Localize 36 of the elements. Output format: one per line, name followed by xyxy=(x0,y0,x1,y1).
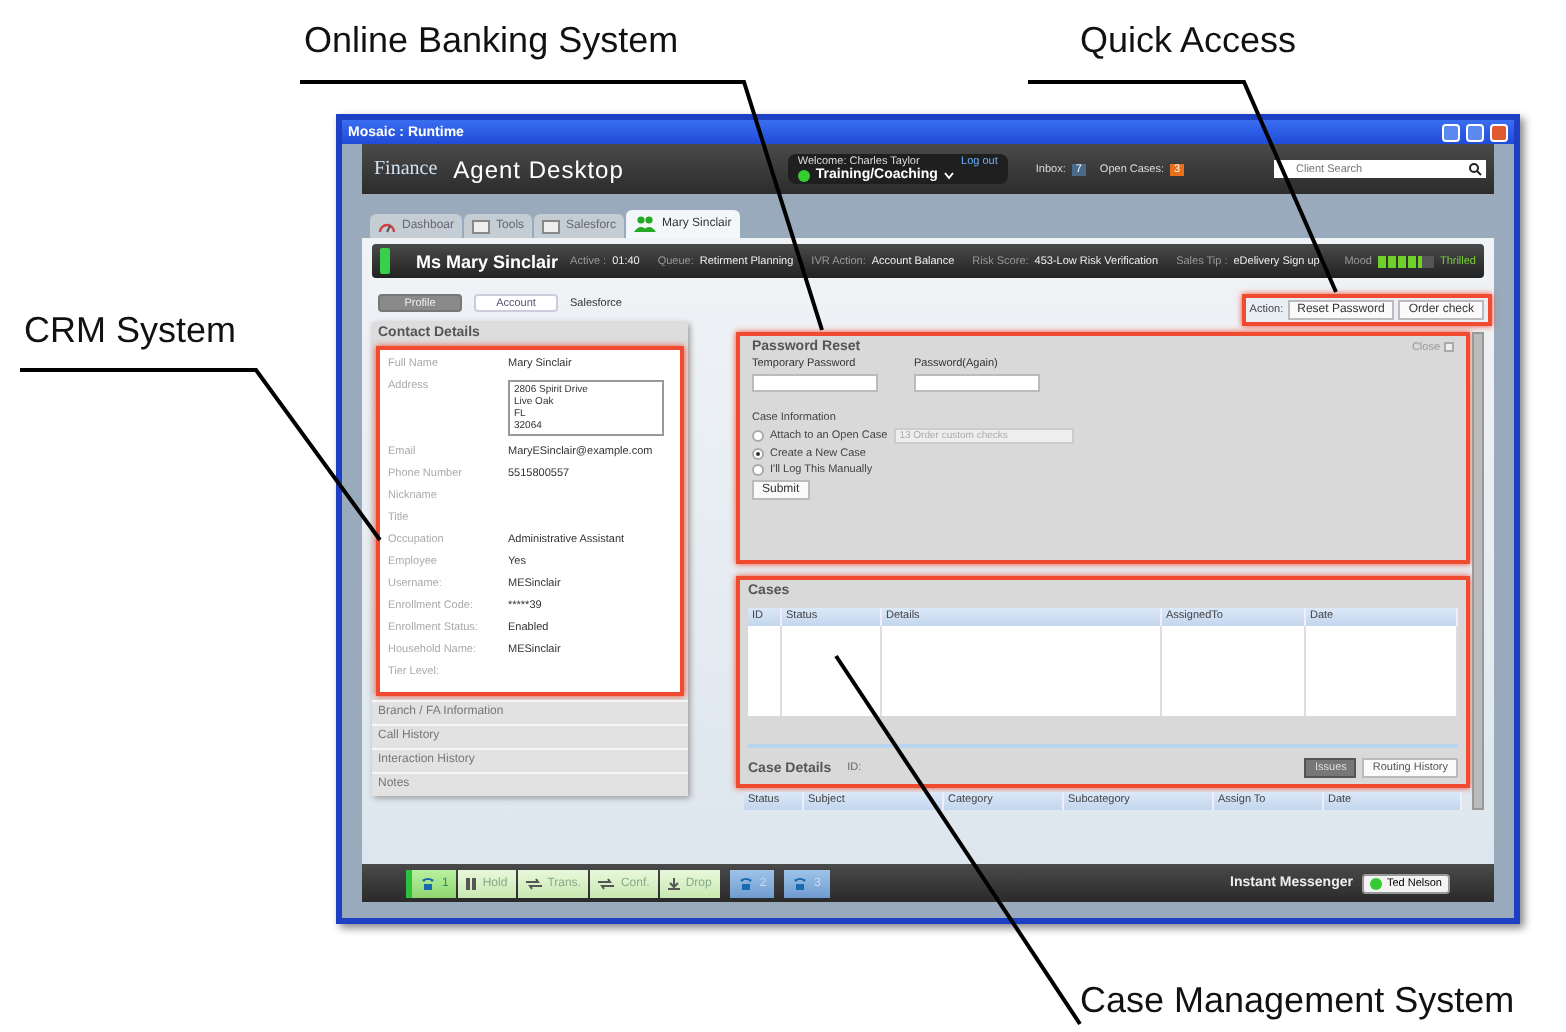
radio-button[interactable] xyxy=(752,464,764,476)
phone-icon xyxy=(737,876,754,890)
app-name: Agent Desktop xyxy=(453,155,624,183)
table-cell xyxy=(1162,626,1306,716)
chevron-down-icon xyxy=(943,171,954,179)
maximize-button[interactable] xyxy=(1466,123,1484,141)
password-field[interactable] xyxy=(914,374,1040,392)
pause-icon xyxy=(466,877,477,889)
status-dot-icon xyxy=(797,169,810,181)
status-marker xyxy=(380,248,390,274)
arrows-icon xyxy=(525,877,542,889)
callout-label: Case Management System xyxy=(1080,980,1515,1022)
window-icon xyxy=(542,219,561,233)
radio-button[interactable] xyxy=(752,448,764,460)
gauge-icon xyxy=(378,219,396,233)
brand-logo: Finance xyxy=(374,158,438,180)
search-icon xyxy=(1468,162,1482,176)
phone-icon xyxy=(420,876,436,890)
arrows-icon xyxy=(598,877,615,889)
callout-label: Quick Access xyxy=(1080,20,1297,62)
scrollbar[interactable] xyxy=(1472,332,1484,810)
download-icon xyxy=(667,877,680,889)
minimize-button[interactable] xyxy=(1442,123,1460,141)
password-field[interactable] xyxy=(752,374,878,392)
people-icon xyxy=(634,216,657,232)
table-cell xyxy=(782,626,882,716)
callout-label: CRM System xyxy=(24,310,237,352)
callout-label: Online Banking System xyxy=(304,20,679,62)
phone-icon xyxy=(792,876,809,890)
close-icon[interactable] xyxy=(1444,342,1454,352)
table-cell xyxy=(748,626,782,716)
close-button[interactable] xyxy=(1490,123,1508,141)
window-icon xyxy=(472,219,491,233)
online-dot-icon xyxy=(1370,877,1383,889)
customer-name: Ms Mary Sinclair xyxy=(416,251,559,271)
radio-button[interactable] xyxy=(752,430,764,442)
